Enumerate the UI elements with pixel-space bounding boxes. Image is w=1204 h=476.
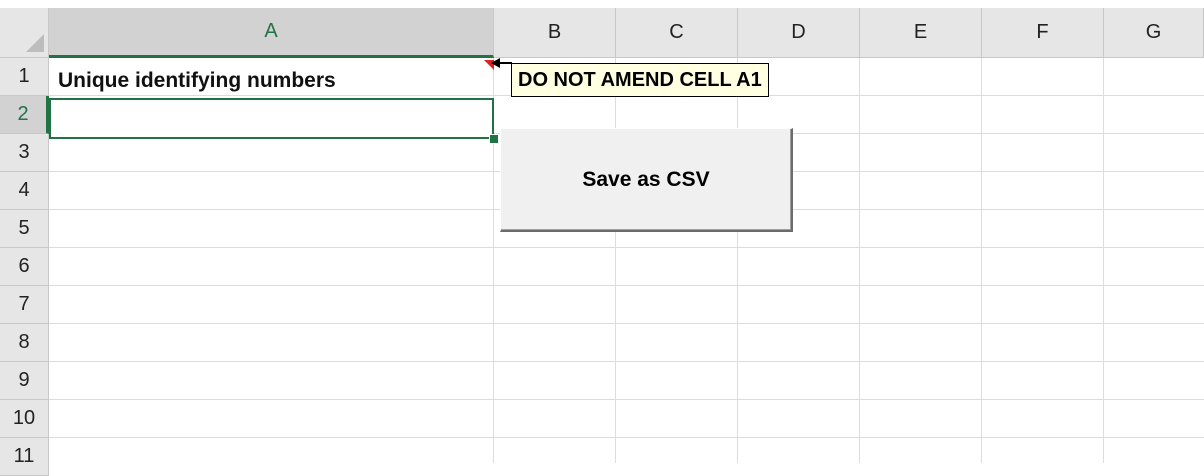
row-header-6[interactable]: 6 (0, 248, 49, 286)
gridline (49, 437, 1204, 438)
column-header-f[interactable]: F (982, 8, 1104, 58)
column-header-e[interactable]: E (860, 8, 982, 58)
gridline (49, 323, 1204, 324)
spreadsheet: A B C D E F G 1 2 3 4 5 6 7 8 9 10 11 Un… (0, 0, 1204, 476)
column-header-g[interactable]: G (1104, 8, 1204, 58)
row-header-8[interactable]: 8 (0, 324, 49, 362)
gridline (737, 58, 738, 463)
column-header-a[interactable]: A (49, 8, 494, 58)
gridline (49, 285, 1204, 286)
column-header-d[interactable]: D (738, 8, 860, 58)
row-header-4[interactable]: 4 (0, 172, 49, 210)
comment-arrow-icon (491, 58, 500, 68)
column-header-c[interactable]: C (616, 8, 738, 58)
cell-a2-selected[interactable] (49, 98, 494, 139)
top-strip (0, 0, 1204, 8)
gridline (615, 58, 616, 463)
save-as-csv-button[interactable]: Save as CSV (500, 128, 793, 232)
row-header-5[interactable]: 5 (0, 210, 49, 248)
row-header-9[interactable]: 9 (0, 362, 49, 400)
column-header-b[interactable]: B (494, 8, 616, 58)
gridline (1103, 58, 1104, 463)
row-header-2[interactable]: 2 (0, 96, 49, 134)
gridline (859, 58, 860, 463)
fill-handle[interactable] (489, 134, 499, 144)
row-header-11[interactable]: 11 (0, 438, 49, 476)
row-header-3[interactable]: 3 (0, 134, 49, 172)
gridline (49, 247, 1204, 248)
row-header-10[interactable]: 10 (0, 400, 49, 438)
cell-a1[interactable]: Unique identifying numbers (58, 62, 336, 100)
gridline (49, 361, 1204, 362)
row-header-1[interactable]: 1 (0, 58, 49, 96)
cell-comment[interactable]: DO NOT AMEND CELL A1 (511, 63, 769, 97)
gridline (49, 399, 1204, 400)
select-all-triangle-icon (26, 34, 44, 52)
select-all-button[interactable] (0, 8, 49, 58)
row-header-7[interactable]: 7 (0, 286, 49, 324)
gridline (981, 58, 982, 463)
